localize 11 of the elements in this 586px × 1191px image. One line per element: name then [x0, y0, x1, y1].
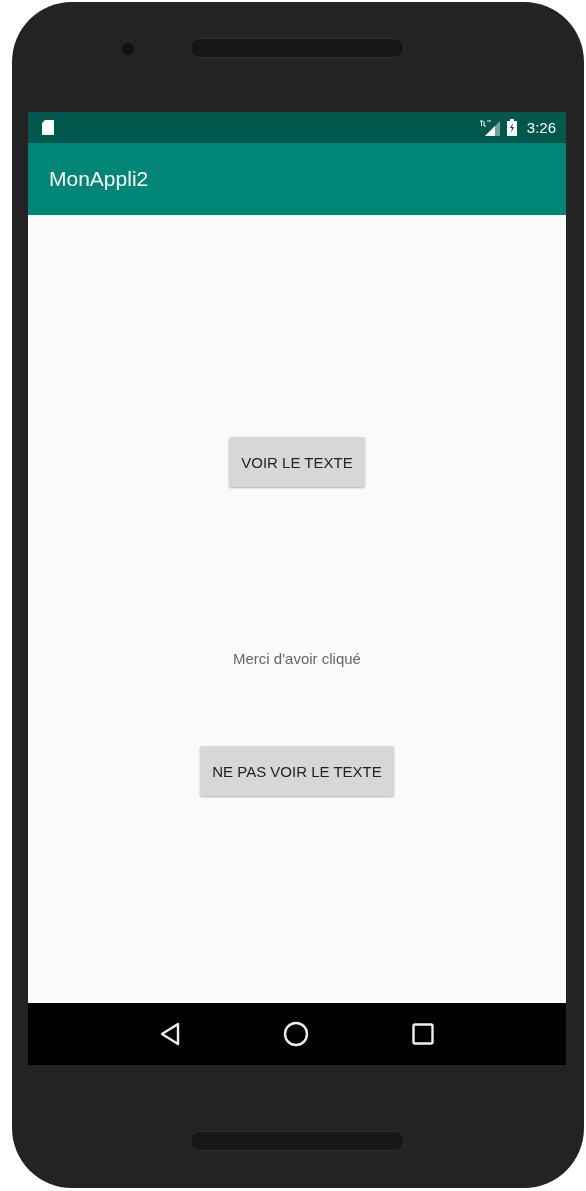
back-icon[interactable]	[159, 1022, 180, 1046]
text-button[interactable]: VOIR LE TEXTE	[229, 437, 365, 487]
status-time: 3:26	[526, 119, 556, 136]
text-button[interactable]: NE PAS VOIR LE TEXTE	[200, 746, 394, 796]
battery-icon	[506, 119, 517, 136]
app-title: MonAppli2	[49, 167, 149, 191]
message-text: Merci d'avoir cliqué	[233, 650, 361, 667]
overview-icon[interactable]	[412, 1023, 435, 1045]
signal-icon	[478, 119, 501, 136]
sd-card-icon	[42, 120, 54, 135]
home-icon[interactable]	[283, 1021, 309, 1047]
